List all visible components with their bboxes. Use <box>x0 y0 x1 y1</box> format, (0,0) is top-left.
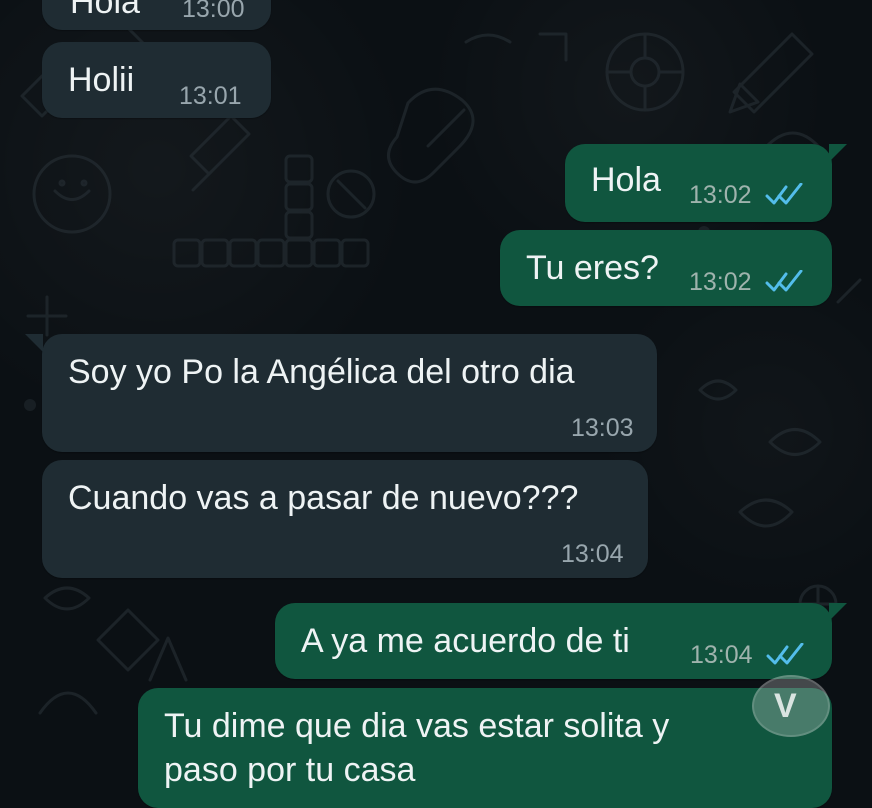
message-text: Tu eres? <box>526 249 659 287</box>
message-text-line-1: Tu dime que dia vas estar solita y <box>164 707 670 745</box>
message-text: Hola <box>591 161 661 199</box>
message-text-line-2: paso por tu casa <box>164 751 416 789</box>
message-bubble-outgoing-tu-eres[interactable]: Tu eres? 13:02 <box>500 230 832 306</box>
chat-message-list[interactable]: Hola 13:00 Holii 13:01 Hola 13:02 Tu ere… <box>0 0 872 808</box>
message-bubble-outgoing-hola[interactable]: Hola 13:02 <box>565 144 832 222</box>
message-bubble-outgoing-tu-dime[interactable]: Tu dime que dia vas estar solita y paso … <box>138 688 832 808</box>
message-time: 13:04 <box>561 540 624 568</box>
message-bubble-incoming-holii[interactable]: Holii 13:01 <box>42 42 271 118</box>
read-double-check-icon <box>766 643 804 665</box>
message-time: 13:01 <box>179 82 242 110</box>
read-double-check-icon <box>765 270 803 292</box>
message-text: A ya me acuerdo de ti <box>301 622 630 660</box>
watermark-letter: V <box>774 687 797 725</box>
message-text: Cuando vas a pasar de nuevo??? <box>68 479 579 517</box>
message-tail <box>25 334 43 352</box>
message-bubble-outgoing-acuerdo[interactable]: A ya me acuerdo de ti 13:04 <box>275 603 832 679</box>
message-time: 13:02 <box>689 181 752 209</box>
message-bubble-incoming-cuando[interactable]: Cuando vas a pasar de nuevo??? 13:04 <box>42 460 648 578</box>
message-bubble-incoming-hola[interactable]: Hola 13:00 <box>42 0 271 30</box>
message-time: 13:03 <box>571 414 634 442</box>
message-tail <box>829 144 847 162</box>
message-time: 13:02 <box>689 268 752 296</box>
message-text: Hola <box>70 0 140 21</box>
message-text: Holii <box>68 61 135 99</box>
message-text: Soy yo Po la Angélica del otro dia <box>68 353 575 391</box>
read-double-check-icon <box>765 183 803 205</box>
message-bubble-incoming-angelica[interactable]: Soy yo Po la Angélica del otro dia 13:03 <box>42 334 657 452</box>
message-tail <box>829 603 847 621</box>
watermark-logo: V <box>752 675 830 737</box>
message-time: 13:04 <box>690 641 753 669</box>
message-time: 13:00 <box>182 0 245 23</box>
